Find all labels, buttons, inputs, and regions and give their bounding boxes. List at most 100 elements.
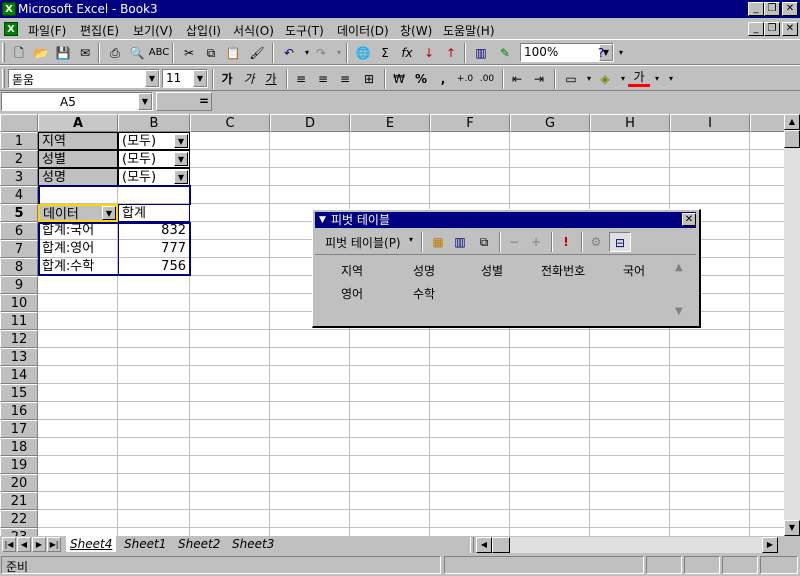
workbook-icon[interactable]: X <box>4 22 18 36</box>
page-field-gender[interactable]: 성별 <box>38 150 118 168</box>
pivot-palette-title-bar[interactable]: ▼ 피벗 테이블 ✕ <box>315 212 696 228</box>
scroll-up-icon[interactable]: ▲ <box>784 114 800 130</box>
save-icon[interactable]: 💾 <box>52 43 74 63</box>
scroll-right-icon[interactable]: ▶ <box>762 537 778 553</box>
align-right-icon[interactable]: ≡ <box>334 69 356 89</box>
chevron-down-icon[interactable]: ▼ <box>193 70 207 87</box>
row-header-13[interactable]: 13 <box>0 348 38 366</box>
open-icon[interactable]: 📂 <box>30 43 52 63</box>
column-header-c[interactable]: C <box>190 114 270 132</box>
row-header-4[interactable]: 4 <box>0 186 38 204</box>
row-header-11[interactable]: 11 <box>0 312 38 330</box>
select-all-corner[interactable] <box>0 114 38 132</box>
increase-decimal-icon[interactable]: +.0 <box>454 69 476 89</box>
toolbar-grip[interactable] <box>2 69 5 88</box>
cut-icon[interactable]: ✂ <box>178 43 200 63</box>
font-name-select[interactable]: 돋움 ▼ <box>8 69 160 88</box>
field-gender[interactable]: 성별 <box>481 262 503 279</box>
scroll-thumb-horizontal[interactable] <box>492 537 510 553</box>
row-header-6[interactable]: 6 <box>0 222 38 240</box>
decrease-decimal-icon[interactable]: .00 <box>476 69 498 89</box>
field-korean[interactable]: 국어 <box>623 262 645 279</box>
chevron-down-icon[interactable]: ▼ <box>102 206 116 220</box>
row-header-19[interactable]: 19 <box>0 456 38 474</box>
chevron-down-icon[interactable]: ▼ <box>145 70 159 87</box>
scroll-down-icon[interactable]: ▼ <box>784 520 800 536</box>
restore-button[interactable]: ❐ <box>764 2 780 16</box>
autosum-icon[interactable]: Σ <box>374 43 396 63</box>
row-header-2[interactable]: 2 <box>0 150 38 168</box>
chevron-down-icon[interactable]: ▼ <box>174 134 188 148</box>
row-header-12[interactable]: 12 <box>0 330 38 348</box>
column-header-i[interactable]: I <box>670 114 750 132</box>
print-preview-icon[interactable]: 🔍 <box>126 43 148 63</box>
paste-icon[interactable]: 📋 <box>222 43 244 63</box>
pivot-table-menu[interactable]: 피벗 테이블(P) <box>325 234 401 251</box>
equals-icon[interactable]: = <box>199 94 209 108</box>
doc-minimize-button[interactable]: _ <box>748 22 764 36</box>
menu-data[interactable]: 데이터(D) <box>337 22 389 39</box>
value-korean[interactable]: 832 <box>119 222 189 240</box>
column-header-a[interactable]: A <box>38 114 118 132</box>
field-settings-icon[interactable]: ⚙ <box>585 232 607 252</box>
excel-app-icon[interactable]: X <box>2 2 16 16</box>
field-english[interactable]: 영어 <box>341 285 363 302</box>
new-icon[interactable]: 🗋 <box>8 43 30 63</box>
align-left-icon[interactable]: ≡ <box>290 69 312 89</box>
row-label-korean[interactable]: 합계:국어 <box>39 222 117 240</box>
spelling-icon[interactable]: ABC <box>148 43 170 63</box>
help-icon[interactable]: ? <box>590 43 612 63</box>
merge-center-icon[interactable]: ⊞ <box>358 69 380 89</box>
row-header-18[interactable]: 18 <box>0 438 38 456</box>
page-field-region[interactable]: 지역 <box>38 132 118 150</box>
row-label-english[interactable]: 합계:영어 <box>39 240 117 258</box>
print-icon[interactable]: ⎙ <box>104 43 126 63</box>
column-header-f[interactable]: F <box>430 114 510 132</box>
column-header-e[interactable]: E <box>350 114 430 132</box>
field-list-icon[interactable]: ⊟ <box>609 232 631 252</box>
close-icon[interactable]: ✕ <box>682 213 696 226</box>
prev-sheet-icon[interactable]: ◀ <box>17 537 31 552</box>
row-header-17[interactable]: 17 <box>0 420 38 438</box>
scroll-track-horizontal[interactable] <box>510 537 762 553</box>
refresh-data-icon[interactable]: ! <box>555 232 577 252</box>
column-header-b[interactable]: B <box>118 114 190 132</box>
scroll-thumb-vertical[interactable] <box>784 130 800 148</box>
column-header-d[interactable]: D <box>270 114 350 132</box>
chevron-down-icon[interactable]: ▾ <box>409 235 413 244</box>
page-field-name[interactable]: 성명 <box>38 168 118 186</box>
total-header[interactable]: 합계 <box>118 204 190 222</box>
decrease-indent-icon[interactable]: ⇤ <box>506 69 528 89</box>
row-header-3[interactable]: 3 <box>0 168 38 186</box>
font-size-select[interactable]: 11 ▼ <box>162 69 208 88</box>
column-header-h[interactable]: H <box>590 114 670 132</box>
field-region[interactable]: 지역 <box>341 262 363 279</box>
minimize-button[interactable]: _ <box>748 2 764 16</box>
chevron-down-icon[interactable]: ▼ <box>174 152 188 166</box>
menu-format[interactable]: 서식(O) <box>233 22 274 39</box>
next-sheet-icon[interactable]: ▶ <box>32 537 46 552</box>
scroll-up-icon[interactable]: ▲ <box>675 262 683 273</box>
scroll-track-vertical[interactable] <box>784 148 800 520</box>
chevron-down-icon[interactable]: ▼ <box>138 93 152 110</box>
scroll-down-icon[interactable]: ▼ <box>675 306 683 317</box>
underline-button[interactable]: 가 <box>260 69 282 89</box>
field-name[interactable]: 성명 <box>413 262 435 279</box>
row-label-math[interactable]: 합계:수학 <box>39 258 117 276</box>
format-report-icon[interactable]: ▦ <box>427 232 449 252</box>
bold-button[interactable]: 가 <box>216 69 238 89</box>
row-header-9[interactable]: 9 <box>0 276 38 294</box>
italic-button[interactable]: 가 <box>238 69 260 89</box>
close-button[interactable]: ✕ <box>782 2 798 16</box>
sort-descending-icon[interactable]: ↑ <box>440 43 462 63</box>
chart-wizard-icon[interactable]: ▥ <box>449 232 471 252</box>
row-header-16[interactable]: 16 <box>0 402 38 420</box>
menu-tools[interactable]: 도구(T) <box>285 22 324 39</box>
toolbar-options-icon[interactable]: ▾ <box>660 69 682 89</box>
align-center-icon[interactable]: ≡ <box>312 69 334 89</box>
sheet-tab-sheet3[interactable]: Sheet3 <box>228 536 278 552</box>
menu-edit[interactable]: 편집(E) <box>80 22 119 39</box>
menu-help[interactable]: 도움말(H) <box>443 22 495 39</box>
field-math[interactable]: 수학 <box>413 285 435 302</box>
menu-window[interactable]: 창(W) <box>400 22 432 39</box>
